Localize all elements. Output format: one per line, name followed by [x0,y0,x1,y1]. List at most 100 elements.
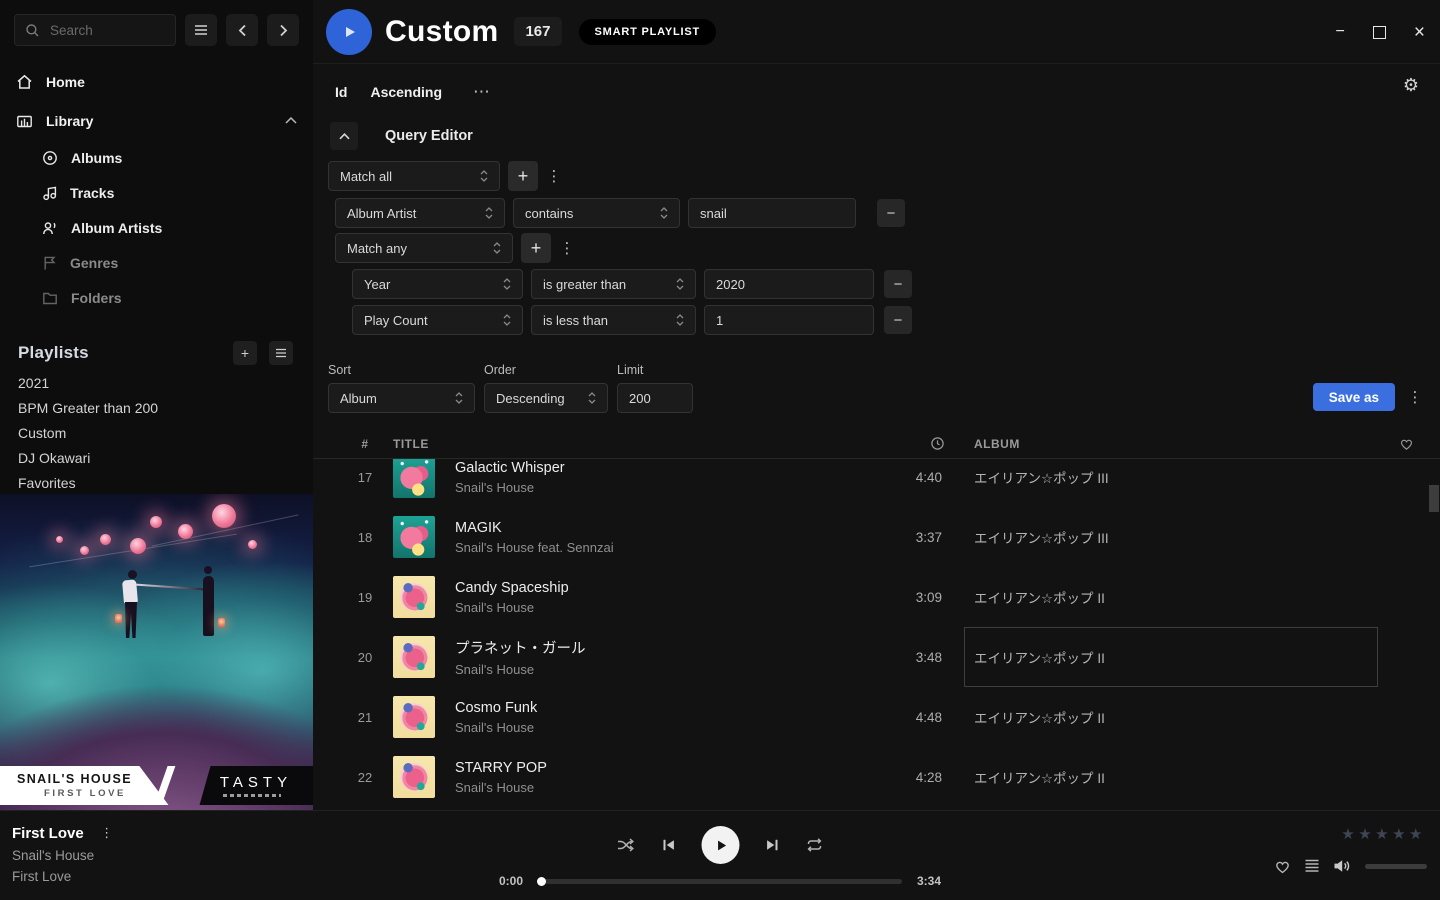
next-button[interactable] [765,837,781,853]
shuffle-button[interactable] [617,837,636,853]
rule-field-select[interactable]: Play Count [352,305,523,335]
now-playing-album[interactable]: First Love [12,868,115,885]
seek-handle[interactable] [537,877,546,886]
repeat-button[interactable] [806,837,824,853]
now-playing-menu-button[interactable]: ⋮ [99,825,115,841]
column-favorite[interactable] [1390,437,1440,451]
scrollbar-thumb[interactable] [1429,485,1439,512]
heart-icon [1274,859,1291,874]
add-group-rule-button[interactable]: + [521,233,551,263]
back-button[interactable] [226,14,258,46]
column-album[interactable]: ALBUM [964,437,1390,451]
sort-direction-button[interactable]: Ascending [370,84,442,100]
rule-menu-button[interactable]: ⋮ [546,161,562,191]
sidebar-item-albums[interactable]: Albums [0,140,313,175]
rule-value-input[interactable] [688,198,856,228]
play-pause-button[interactable] [702,826,740,864]
collapse-query-editor-button[interactable] [330,122,358,150]
play-playlist-button[interactable] [326,9,372,55]
track-row[interactable]: 21 Cosmo Funk Snail's House 4:48 エイリアン☆ポ… [313,687,1440,747]
track-artist: Snail's House [455,600,864,615]
add-rule-button[interactable]: + [508,161,538,191]
playlist-item[interactable]: Favorites [0,470,313,495]
track-row[interactable]: 22 STARRY POP Snail's House 4:28 エイリアン☆ポ… [313,747,1440,807]
minimize-button[interactable]: − [1336,24,1345,40]
order-select[interactable]: Descending [484,383,608,413]
rule-field-select[interactable]: Album Artist [335,198,505,228]
favorite-button[interactable] [1274,859,1291,874]
maximize-button[interactable] [1373,26,1386,39]
more-options-button[interactable]: ⋯ [473,82,492,102]
chevron-left-icon [238,24,247,37]
close-button[interactable]: × [1414,23,1425,42]
rating-stars[interactable]: ★★★★★ [1341,825,1426,843]
total-time: 3:34 [917,874,941,888]
track-number: 22 [337,770,393,785]
root-match-select[interactable]: Match all [328,161,500,191]
playlist-list-button[interactable] [269,341,293,365]
sidebar-item-tracks[interactable]: Tracks [0,175,313,210]
track-title: Cosmo Funk [455,700,864,716]
now-playing-artist[interactable]: Snail's House [12,847,115,864]
sidebar-item-folders[interactable]: Folders [0,280,313,315]
track-art [393,636,435,678]
playlist-item[interactable]: DJ Okawari [0,445,313,470]
rule-field-select[interactable]: Year [352,269,523,299]
rule-operator-select[interactable]: is greater than [531,269,696,299]
search-input[interactable] [48,22,165,39]
now-playing-title[interactable]: First Love [12,825,84,842]
playlist-item[interactable]: 2021 [0,370,313,395]
save-as-button[interactable]: Save as [1313,383,1395,411]
sidebar-item-home[interactable]: Home [0,62,313,101]
track-album[interactable]: エイリアン☆ポップ III [964,507,1378,567]
track-row[interactable]: 17 Galactic Whisper Snail's House 4:40 エ… [313,459,1440,507]
track-album-focused[interactable]: エイリアン☆ポップ II [964,627,1378,687]
track-row[interactable]: 20 プラネット・ガール Snail's House 3:48 エイリアン☆ポッ… [313,627,1440,687]
sort-select[interactable]: Album [328,383,475,413]
track-number: 19 [337,590,393,605]
menu-button[interactable] [185,14,217,46]
track-row[interactable]: 19 Candy Spaceship Snail's House 3:09 エイ… [313,567,1440,627]
sidebar-item-album-artists[interactable]: Album Artists [0,210,313,245]
volume-button[interactable] [1333,858,1352,874]
track-album[interactable]: エイリアン☆ポップ II [964,687,1378,747]
group-menu-button[interactable]: ⋮ [559,233,575,263]
forward-button[interactable] [267,14,299,46]
track-row[interactable]: 18 MAGIK Snail's House feat. Sennzai 3:3… [313,507,1440,567]
select-caret-icon [483,206,495,220]
group-match-select[interactable]: Match any [335,233,513,263]
search-box[interactable] [14,14,176,46]
seek-slider[interactable] [538,879,902,884]
sidebar-item-genres[interactable]: Genres [0,245,313,280]
remove-rule-button[interactable]: − [877,199,905,227]
playlist-item[interactable]: Custom [0,420,313,445]
select-caret-icon [674,313,686,327]
track-album[interactable]: エイリアン☆ポップ II [964,567,1378,627]
track-album[interactable]: エイリアン☆ポップ II [964,747,1378,807]
column-duration[interactable] [864,436,964,451]
sidebar-item-library[interactable]: Library [0,101,313,140]
rule-operator-select[interactable]: contains [513,198,680,228]
remove-rule-button[interactable]: − [884,270,912,298]
track-list: 17 Galactic Whisper Snail's House 4:40 エ… [313,459,1440,811]
limit-input[interactable] [617,383,693,413]
previous-button[interactable] [661,837,677,853]
queue-button[interactable] [1304,859,1320,873]
rule-value-input[interactable] [704,269,874,299]
playlist-item[interactable]: BPM Greater than 200 [0,395,313,420]
track-album[interactable]: エイリアン☆ポップ III [964,459,1378,507]
column-index[interactable]: # [337,437,393,451]
sidebar-item-label: Home [46,74,85,90]
settings-gear-icon[interactable]: ⚙ [1403,75,1419,96]
collapse-chevron-icon[interactable] [285,117,297,124]
sort-field-button[interactable]: Id [335,84,347,100]
add-playlist-button[interactable]: + [233,341,257,365]
select-caret-icon [586,391,598,405]
remove-rule-button[interactable]: − [884,306,912,334]
sidebar-item-label: Albums [71,150,122,166]
column-title[interactable]: TITLE [393,437,455,451]
save-menu-button[interactable]: ⋮ [1407,382,1423,412]
volume-slider[interactable] [1365,864,1427,869]
rule-operator-select[interactable]: is less than [531,305,696,335]
rule-value-input[interactable] [704,305,874,335]
